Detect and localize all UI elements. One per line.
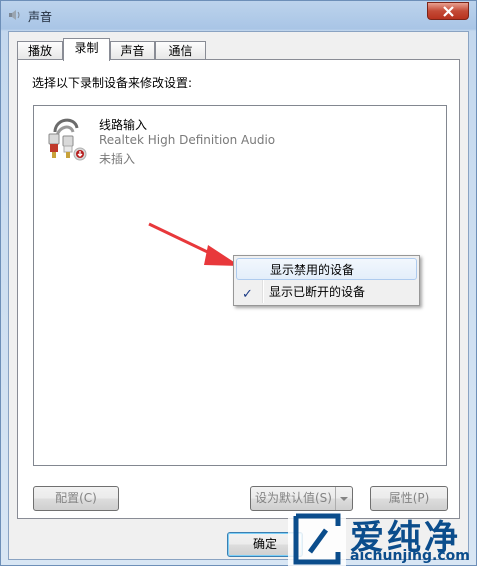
- set-default-button[interactable]: 设为默认值(S): [250, 486, 353, 511]
- tab-sounds[interactable]: 声音: [110, 41, 155, 60]
- device-driver: Realtek High Definition Audio: [99, 133, 276, 147]
- tab-playback[interactable]: 播放: [17, 41, 63, 60]
- menu-item-label: 显示已断开的设备: [269, 285, 366, 299]
- line-in-cable-icon: [48, 118, 87, 161]
- properties-button[interactable]: 属性(P): [370, 486, 448, 511]
- site-watermark: 爱纯净 aichunjing.com: [288, 512, 477, 566]
- instruction-text: 选择以下录制设备来修改设置:: [32, 76, 193, 90]
- tab-communications[interactable]: 通信: [155, 41, 206, 60]
- device-name: 线路输入: [99, 118, 148, 132]
- menu-item-show-disconnected[interactable]: ✓ 显示已断开的设备: [236, 281, 417, 303]
- checkmark-icon: ✓: [242, 287, 253, 302]
- watermark-url: aichunjing.com: [350, 548, 470, 564]
- configure-button[interactable]: 配置(C): [33, 486, 119, 511]
- speaker-icon: [9, 10, 20, 20]
- close-button[interactable]: [427, 2, 469, 20]
- device-status: 未插入: [99, 152, 136, 166]
- tab-recording[interactable]: 录制: [63, 38, 110, 61]
- window-title: 声音: [28, 10, 53, 24]
- context-menu: 显示禁用的设备 ✓ 显示已断开的设备: [233, 255, 420, 306]
- close-icon: [443, 6, 454, 17]
- menu-item-label: 显示禁用的设备: [270, 263, 355, 277]
- set-default-label: 设为默认值(S): [255, 491, 332, 505]
- chevron-down-icon: [340, 497, 348, 501]
- menu-item-show-disabled[interactable]: 显示禁用的设备: [236, 258, 417, 280]
- watermark-logo-icon: [288, 512, 346, 566]
- set-default-dropdown[interactable]: [335, 487, 352, 510]
- title-bar[interactable]: 声音: [1, 1, 476, 29]
